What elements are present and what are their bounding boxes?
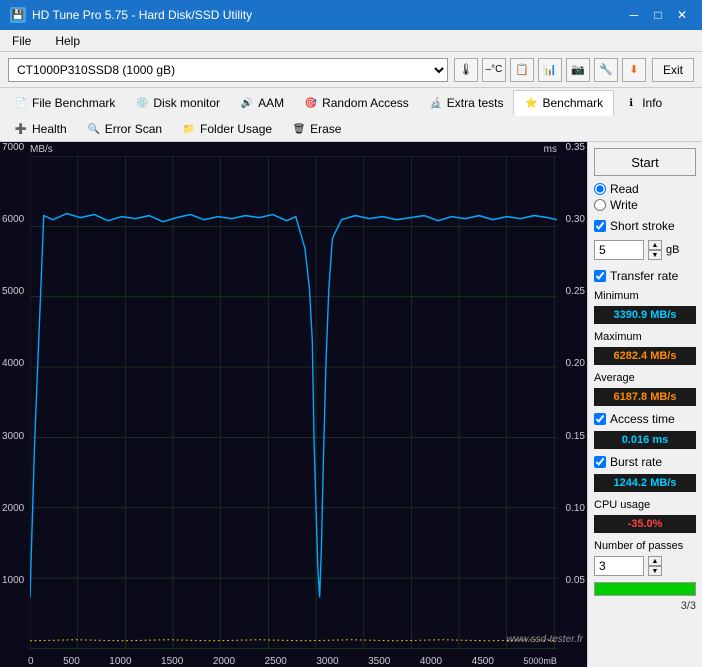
error-scan-icon: 🔍 (87, 122, 101, 136)
chart-area: MB/s ms 7000 6000 5000 4000 3000 2000 10… (0, 142, 587, 667)
access-time-value: 0.016 ms (594, 431, 696, 449)
random-access-icon: 🎯 (304, 96, 318, 110)
progress-label: 3/3 (594, 600, 696, 612)
progress-bar (595, 583, 695, 595)
passes-up-button[interactable]: ▲ (648, 556, 662, 566)
x-axis-labels: 0 500 1000 1500 2000 2500 3000 3500 4000… (28, 656, 557, 667)
write-radio-label[interactable]: Write (594, 198, 696, 212)
passes-spin-buttons: ▲ ▼ (648, 556, 662, 576)
watermark: www.ssd-tester.fr (507, 634, 583, 645)
y-axis-left: 7000 6000 5000 4000 3000 2000 1000 (2, 142, 24, 647)
maximum-label: Maximum (594, 331, 696, 343)
burst-rate-checkbox-label[interactable]: Burst rate (594, 455, 696, 469)
short-stroke-checkbox-label[interactable]: Short stroke (594, 219, 696, 233)
short-stroke-down-button[interactable]: ▼ (648, 250, 662, 260)
tab-aam[interactable]: 🔊 AAM (230, 90, 294, 116)
tab-health[interactable]: ➕ Health (4, 116, 77, 142)
drive-select[interactable]: CT1000P310SSD8 (1000 gB) (8, 58, 448, 82)
toolbar-icons: 🌡 –°C 📋 📊 📷 🔧 ⬇ (454, 58, 646, 82)
read-radio-label[interactable]: Read (594, 182, 696, 196)
tab-error-scan[interactable]: 🔍 Error Scan (77, 116, 172, 142)
info-icon: ℹ (624, 96, 638, 110)
cpu-usage-label: CPU usage (594, 499, 696, 511)
file-benchmark-icon: 📄 (14, 96, 28, 110)
health-icon: ➕ (14, 122, 28, 136)
write-radio[interactable] (594, 199, 606, 211)
cpu-usage-value: -35.0% (594, 515, 696, 533)
transfer-rate-checkbox-label[interactable]: Transfer rate (594, 269, 696, 283)
short-stroke-unit: gB (666, 244, 679, 256)
tab-disk-monitor[interactable]: 💿 Disk monitor (125, 90, 230, 116)
erase-icon: 🗑 (292, 122, 306, 136)
transfer-rate-checkbox[interactable] (594, 270, 606, 282)
access-time-checkbox[interactable] (594, 413, 606, 425)
short-stroke-spinbox[interactable] (594, 240, 644, 260)
menu-bar: File Help (0, 30, 702, 52)
tab-bar: 📄 File Benchmark 💿 Disk monitor 🔊 AAM 🎯 … (0, 88, 702, 142)
average-value: 6187.8 MB/s (594, 388, 696, 406)
short-stroke-checkbox[interactable] (594, 220, 606, 232)
start-button[interactable]: Start (594, 148, 696, 176)
download-icon[interactable]: ⬇ (622, 58, 646, 82)
tab-info[interactable]: ℹ Info (614, 90, 672, 116)
settings-icon[interactable]: 🔧 (594, 58, 618, 82)
access-time-checkbox-label[interactable]: Access time (594, 412, 696, 426)
menu-file[interactable]: File (8, 33, 35, 49)
close-button[interactable]: ✕ (672, 6, 692, 24)
disk-monitor-icon: 💿 (135, 96, 149, 110)
window-controls: ─ □ ✕ (624, 6, 692, 24)
read-radio[interactable] (594, 183, 606, 195)
tab-random-access[interactable]: 🎯 Random Access (294, 90, 419, 116)
folder-usage-icon: 📁 (182, 122, 196, 136)
short-stroke-spin-buttons: ▲ ▼ (648, 240, 662, 260)
extra-tests-icon: 🔬 (429, 96, 443, 110)
menu-help[interactable]: Help (51, 33, 84, 49)
camera-icon[interactable]: 📷 (566, 58, 590, 82)
toolbar: CT1000P310SSD8 (1000 gB) 🌡 –°C 📋 📊 📷 🔧 ⬇… (0, 52, 702, 88)
exit-button[interactable]: Exit (652, 58, 694, 82)
chart-icon[interactable]: 📊 (538, 58, 562, 82)
temperature-icon[interactable]: 🌡 (454, 58, 478, 82)
average-label: Average (594, 372, 696, 384)
app-title: HD Tune Pro 5.75 - Hard Disk/SSD Utility (32, 8, 252, 22)
passes-down-button[interactable]: ▼ (648, 566, 662, 576)
copy-icon[interactable]: 📋 (510, 58, 534, 82)
burst-rate-checkbox[interactable] (594, 456, 606, 468)
passes-row: ▲ ▼ (594, 556, 696, 576)
tab-benchmark[interactable]: ⭐ Benchmark (513, 90, 614, 116)
burst-rate-value: 1244.2 MB/s (594, 474, 696, 492)
y-axis-right-title: ms (544, 144, 557, 155)
tab-extra-tests[interactable]: 🔬 Extra tests (419, 90, 514, 116)
minimize-button[interactable]: ─ (624, 6, 644, 24)
passes-label: Number of passes (594, 540, 696, 552)
benchmark-icon: ⭐ (524, 96, 538, 110)
main-content: MB/s ms 7000 6000 5000 4000 3000 2000 10… (0, 142, 702, 667)
maximize-button[interactable]: □ (648, 6, 668, 24)
tab-erase[interactable]: 🗑 Erase (282, 116, 351, 142)
minimum-label: Minimum (594, 290, 696, 302)
app-icon: 💾 (10, 7, 26, 23)
tab-file-benchmark[interactable]: 📄 File Benchmark (4, 90, 125, 116)
right-panel: Start Read Write Short stroke ▲ ▼ gB (587, 142, 702, 667)
aam-icon: 🔊 (240, 96, 254, 110)
maximum-value: 6282.4 MB/s (594, 347, 696, 365)
read-write-group: Read Write (594, 182, 696, 212)
y-axis-right: 0.35 0.30 0.25 0.20 0.15 0.10 0.05 (566, 142, 585, 647)
tab-folder-usage[interactable]: 📁 Folder Usage (172, 116, 282, 142)
y-axis-left-title: MB/s (30, 144, 53, 155)
temp-unit-icon: –°C (482, 58, 506, 82)
progress-bar-container (594, 582, 696, 596)
minimum-value: 3390.9 MB/s (594, 306, 696, 324)
short-stroke-up-button[interactable]: ▲ (648, 240, 662, 250)
benchmark-chart (30, 156, 557, 649)
passes-input[interactable] (594, 556, 644, 576)
title-bar: 💾 HD Tune Pro 5.75 - Hard Disk/SSD Utili… (0, 0, 702, 30)
short-stroke-spinbox-row: ▲ ▼ gB (594, 240, 696, 260)
